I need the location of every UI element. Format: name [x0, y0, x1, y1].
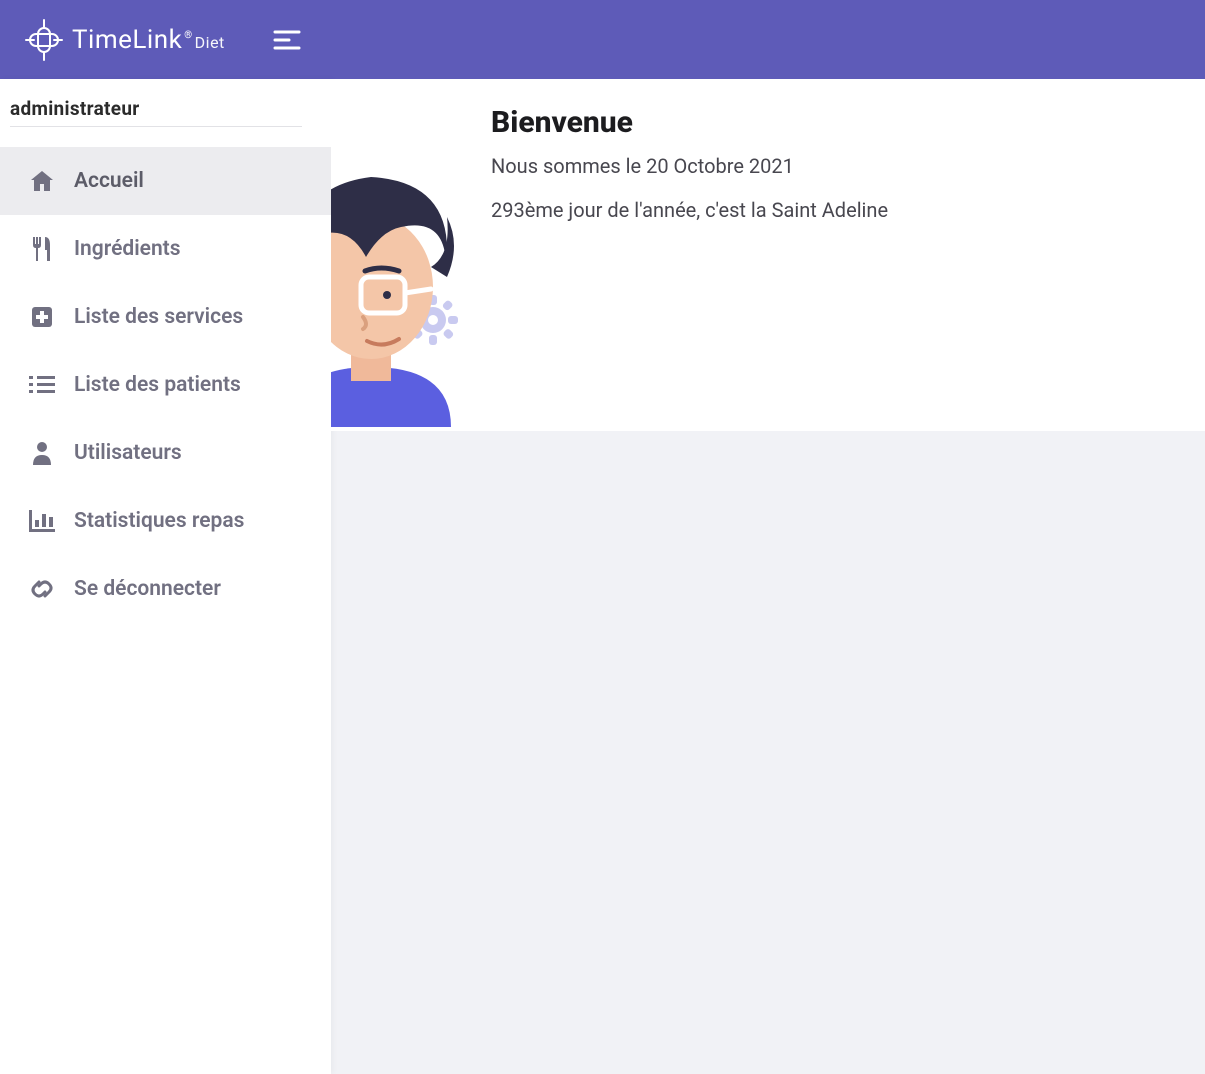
logo-main: TimeLink [72, 25, 182, 55]
sidebar-item-label: Liste des services [74, 305, 243, 329]
sidebar-item-label: Statistiques repas [74, 509, 244, 533]
sidebar-item-patients[interactable]: Liste des patients [0, 351, 331, 419]
app-logo: TimeLink ® Diet [24, 18, 225, 62]
avatar-illustration [331, 127, 471, 431]
logo-mark-icon [24, 18, 64, 62]
logo-text: TimeLink ® Diet [72, 25, 225, 55]
home-icon [28, 167, 56, 195]
sidebar-item-label: Utilisateurs [74, 441, 182, 465]
welcome-day-line: 293ème jour de l'année, c'est la Saint A… [491, 198, 888, 222]
logo-registered: ® [184, 30, 192, 41]
sidebar-item-accueil[interactable]: Accueil [0, 147, 331, 215]
sidebar-item-label: Se déconnecter [74, 577, 221, 601]
sidebar-item-services[interactable]: Liste des services [0, 283, 331, 351]
user-icon [28, 439, 56, 467]
menu-toggle-button[interactable] [273, 29, 301, 51]
main-content: Bienvenue Nous sommes le 20 Octobre 2021… [331, 79, 1205, 1074]
sidebar-section-header: administrateur [0, 79, 331, 133]
welcome-text: Bienvenue Nous sommes le 20 Octobre 2021… [471, 103, 888, 222]
welcome-card: Bienvenue Nous sommes le 20 Octobre 2021… [331, 79, 1205, 431]
body-wrap: administrateur Accueil Ingrédien [0, 79, 1205, 1074]
utensils-icon [28, 235, 56, 263]
list-icon [28, 371, 56, 399]
sidebar-item-logout[interactable]: Se déconnecter [0, 555, 331, 623]
logo-sub: Diet [195, 33, 225, 52]
sidebar-item-label: Ingrédients [74, 237, 181, 261]
sidebar-item-label: Liste des patients [74, 373, 241, 397]
sidebar: administrateur Accueil Ingrédien [0, 79, 331, 1074]
welcome-date-line: Nous sommes le 20 Octobre 2021 [491, 154, 888, 178]
sidebar-nav: Accueil Ingrédients [0, 147, 331, 623]
sidebar-item-ingredients[interactable]: Ingrédients [0, 215, 331, 283]
sidebar-item-stats[interactable]: Statistiques repas [0, 487, 331, 555]
hospital-icon [28, 303, 56, 331]
chart-icon [28, 507, 56, 535]
sidebar-item-users[interactable]: Utilisateurs [0, 419, 331, 487]
welcome-avatar [331, 103, 471, 431]
link-icon [28, 575, 56, 603]
app-header: TimeLink ® Diet [0, 0, 1205, 79]
sidebar-section-label: administrateur [10, 97, 302, 127]
sidebar-item-label: Accueil [74, 169, 144, 193]
welcome-title: Bienvenue [491, 105, 888, 140]
